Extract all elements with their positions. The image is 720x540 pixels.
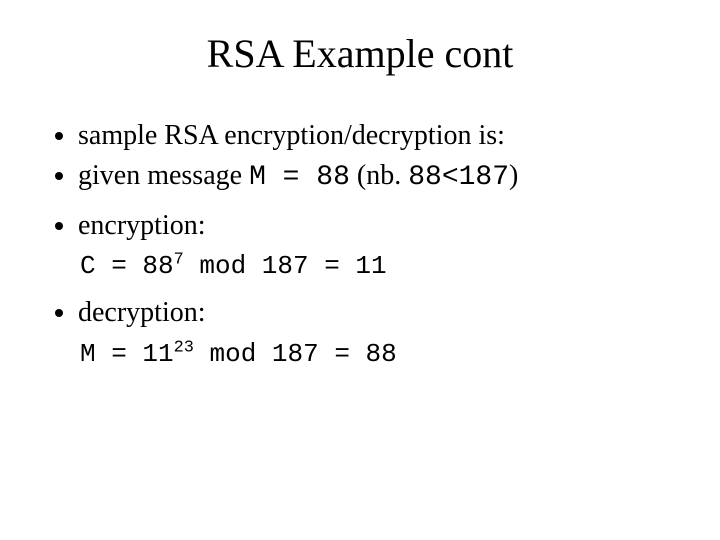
decryption-formula: M = 1123 mod 187 = 88 [80,338,670,372]
slide-title: RSA Example cont [50,30,670,77]
bullet-sample-text: sample RSA encryption/decryption is: [78,120,505,151]
slide: RSA Example cont sample RSA encryption/d… [0,0,720,540]
enc-pre: C = 88 [80,251,174,281]
bullet-encryption: encryption: [78,207,670,245]
dec-exp: 23 [174,338,194,357]
spacer [78,199,670,207]
bullet-given-mid: (nb. [350,160,408,191]
dec-post: mod 187 = 88 [194,339,397,369]
bullet-list: sample RSA encryption/decryption is: giv… [50,117,670,244]
encryption-formula: C = 887 mod 187 = 11 [80,250,670,284]
bullet-given-cond: 88<187 [408,162,509,193]
enc-exp: 7 [174,251,184,270]
bullet-given-post: ) [509,160,518,191]
dec-pre: M = 11 [80,339,174,369]
enc-post: mod 187 = 11 [184,251,387,281]
bullet-list-2: decryption: [50,294,670,332]
bullet-given-pre: given message [78,160,249,191]
bullet-encryption-text: encryption: [78,210,206,241]
bullet-decryption-text: decryption: [78,297,206,328]
bullet-given: given message M = 88 (nb. 88<187) [78,157,670,197]
bullet-sample: sample RSA encryption/decryption is: [78,117,670,155]
bullet-decryption: decryption: [78,294,670,332]
bullet-given-code: M = 88 [249,162,350,193]
